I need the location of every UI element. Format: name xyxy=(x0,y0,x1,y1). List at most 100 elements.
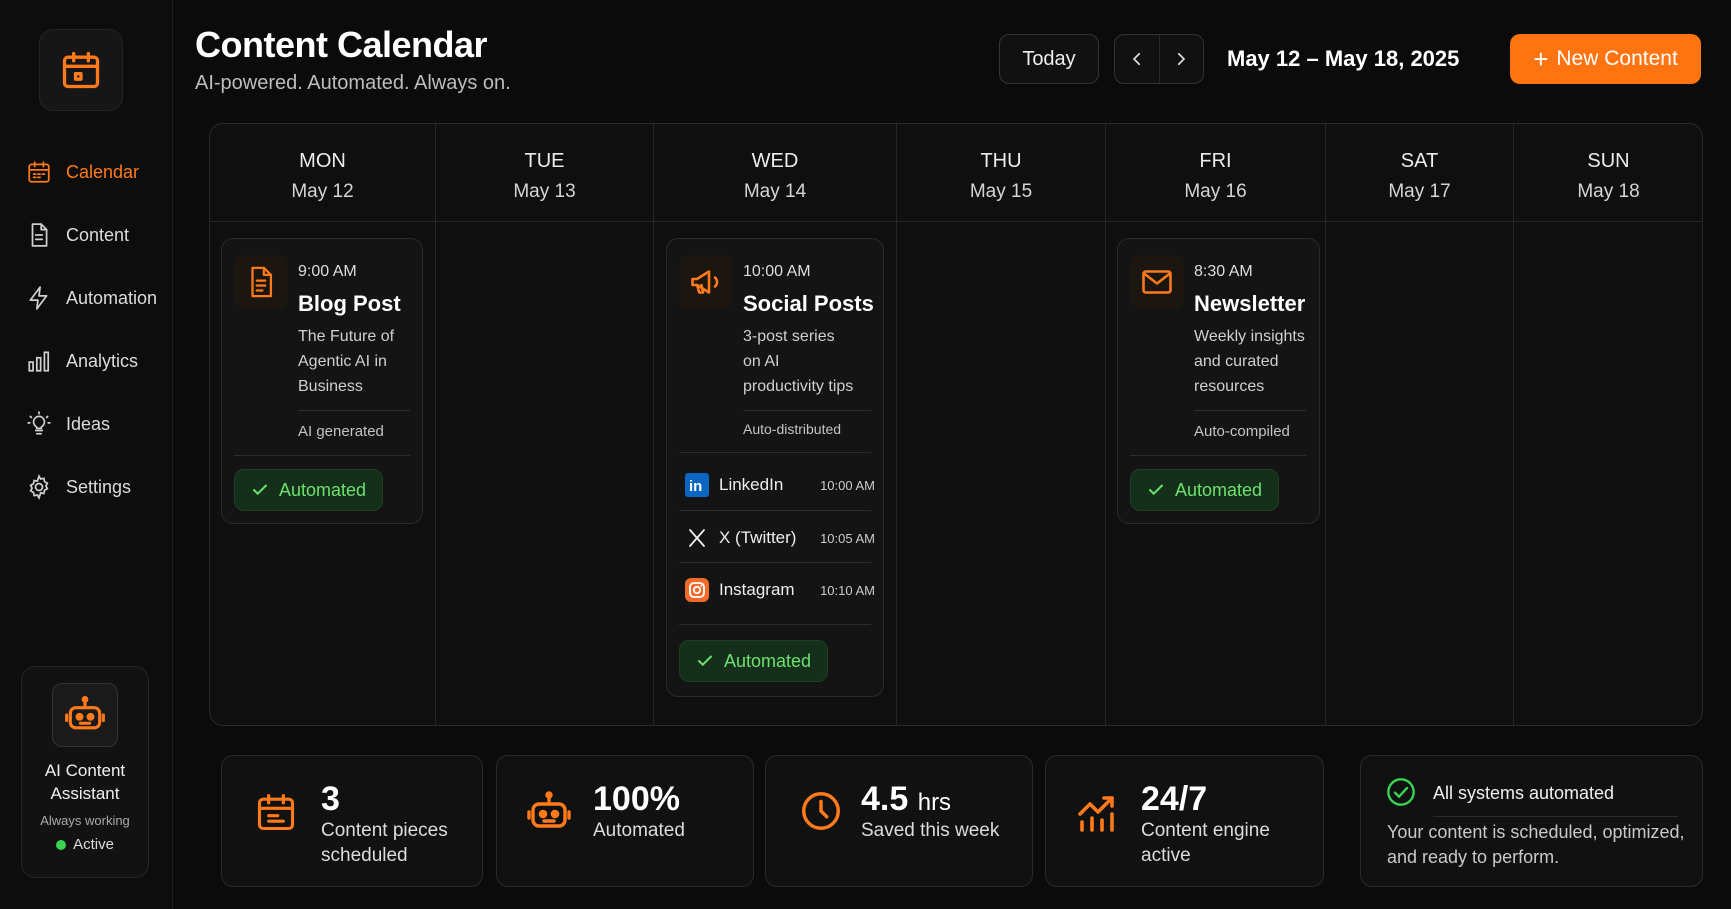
event-meta: AI generated xyxy=(298,423,384,440)
check-icon xyxy=(698,655,712,667)
day-header: MON May 12 xyxy=(210,124,435,222)
robot-icon xyxy=(65,696,105,730)
day-of-week: FRI xyxy=(1199,150,1232,172)
check-circle-icon xyxy=(1387,778,1415,806)
day-column-tue: TUE May 13 xyxy=(436,124,654,725)
stat-card-time-saved: 4.5 hrs Saved this week xyxy=(765,755,1033,887)
page-subtitle: AI-powered. Automated. Always on. xyxy=(195,72,511,94)
event-card-social-posts[interactable]: 10:00 AM Social Posts 3-post series on A… xyxy=(666,238,884,697)
sidebar-item-analytics[interactable]: Analytics xyxy=(26,344,138,378)
event-time: 8:30 AM xyxy=(1194,263,1253,280)
day-date: May 15 xyxy=(969,181,1033,202)
chevron-right-icon xyxy=(1178,52,1186,66)
trend-up-icon xyxy=(1078,796,1114,832)
event-icon xyxy=(1130,255,1184,309)
system-status-card: All systems automated Your content is sc… xyxy=(1360,755,1703,887)
divider xyxy=(679,510,871,511)
assistant-title: AI Content Assistant xyxy=(44,761,126,803)
gear-icon xyxy=(29,474,49,500)
stat-label: Content pieces scheduled xyxy=(321,820,448,866)
automated-badge: Automated xyxy=(679,640,829,682)
day-date: May 14 xyxy=(743,181,807,202)
day-column-sat: SAT May 17 xyxy=(1326,124,1514,725)
check-icon xyxy=(253,484,267,496)
previous-week-button[interactable] xyxy=(1115,35,1159,83)
divider xyxy=(1130,455,1306,456)
stat-label: Content engine active xyxy=(1141,820,1270,866)
event-icon xyxy=(234,255,288,309)
event-description: The Future of Agentic AI in Business xyxy=(298,328,395,395)
event-time: 10:00 AM xyxy=(743,263,811,280)
sidebar-item-settings[interactable]: Settings xyxy=(26,470,131,504)
sidebar-item-label: Automation xyxy=(66,287,158,308)
day-date: May 16 xyxy=(1184,181,1247,202)
stat-card-scheduled: 3 Content pieces scheduled xyxy=(221,755,483,887)
event-icon xyxy=(679,255,733,309)
calendar-icon xyxy=(28,161,50,183)
document-icon xyxy=(31,223,48,247)
calendar-icon xyxy=(257,793,295,831)
status-label: Active xyxy=(73,836,114,853)
clock-icon xyxy=(802,792,840,830)
event-card-newsletter[interactable]: 8:30 AM Newsletter Weekly insights and c… xyxy=(1117,238,1320,524)
event-time: 9:00 AM xyxy=(298,263,357,280)
event-title: Newsletter xyxy=(1194,291,1306,316)
robot-icon xyxy=(527,791,571,828)
badge-label: Automated xyxy=(279,479,367,500)
day-header: WED May 14 xyxy=(654,124,896,222)
divider xyxy=(679,452,871,453)
platform-name: X (Twitter) xyxy=(719,528,797,547)
lightning-icon xyxy=(29,286,48,310)
platform-name: Instagram xyxy=(719,580,795,599)
divider xyxy=(298,410,410,411)
day-header: SAT May 17 xyxy=(1326,124,1513,222)
linkedin-icon: in xyxy=(685,473,709,497)
ai-assistant-card[interactable]: AI Content Assistant Always working Acti… xyxy=(21,666,149,878)
sidebar-item-calendar[interactable]: Calendar xyxy=(26,155,139,189)
svg-text:in: in xyxy=(689,478,702,495)
calendar-icon xyxy=(62,51,100,89)
stat-value: 100% xyxy=(593,780,680,818)
date-range: May 12 – May 18, 2025 xyxy=(1227,46,1460,71)
sidebar-item-label: Content xyxy=(66,224,130,245)
day-of-week: WED xyxy=(751,150,799,172)
platform-row-x[interactable]: X (Twitter) 10:05 AM xyxy=(685,524,875,552)
chevron-left-icon xyxy=(1132,52,1140,66)
sidebar-item-label: Settings xyxy=(66,476,132,497)
event-description: 3-post series on AI productivity tips xyxy=(743,328,854,395)
divider xyxy=(679,624,871,625)
stat-value: 3 xyxy=(321,780,340,818)
platform-row-instagram[interactable]: Instagram 10:10 AM xyxy=(685,576,875,604)
new-content-button[interactable]: + New Content xyxy=(1510,34,1701,84)
day-header: FRI May 16 xyxy=(1106,124,1325,222)
day-header: SUN May 18 xyxy=(1514,124,1702,222)
system-status-title: All systems automated xyxy=(1433,783,1615,803)
sidebar-item-content[interactable]: Content xyxy=(26,218,129,252)
divider xyxy=(743,410,871,411)
platform-time: 10:00 AM xyxy=(820,477,875,493)
instagram-icon xyxy=(685,578,709,602)
event-card-blog-post[interactable]: 9:00 AM Blog Post The Future of Agentic … xyxy=(221,238,423,524)
lightbulb-icon xyxy=(27,411,51,435)
sidebar-item-automation[interactable]: Automation xyxy=(26,281,157,315)
badge-label: Automated xyxy=(1175,479,1263,500)
sidebar: Calendar Content Automation Analytics Id… xyxy=(0,0,173,909)
stat-label: Automated xyxy=(593,820,685,841)
page-title: Content Calendar xyxy=(195,24,488,65)
sidebar-item-ideas[interactable]: Ideas xyxy=(26,407,110,441)
system-status-description: Your content is scheduled, optimized, an… xyxy=(1387,822,1685,867)
event-title: Social Posts xyxy=(743,291,874,316)
day-column-sun: SUN May 18 xyxy=(1514,124,1702,725)
day-date: May 12 xyxy=(291,181,354,202)
day-header: THU May 15 xyxy=(897,124,1105,222)
envelope-icon xyxy=(1142,270,1172,294)
day-date: May 13 xyxy=(513,181,576,202)
platform-row-linkedin[interactable]: in LinkedIn 10:00 AM xyxy=(685,471,875,499)
today-button[interactable]: Today xyxy=(999,34,1099,84)
stat-card-engine: 24/7 Content engine active xyxy=(1045,755,1324,887)
divider xyxy=(1194,410,1306,411)
x-icon xyxy=(689,529,705,547)
next-week-button[interactable] xyxy=(1158,35,1204,83)
app-logo[interactable] xyxy=(39,29,123,111)
day-date: May 17 xyxy=(1388,181,1451,202)
